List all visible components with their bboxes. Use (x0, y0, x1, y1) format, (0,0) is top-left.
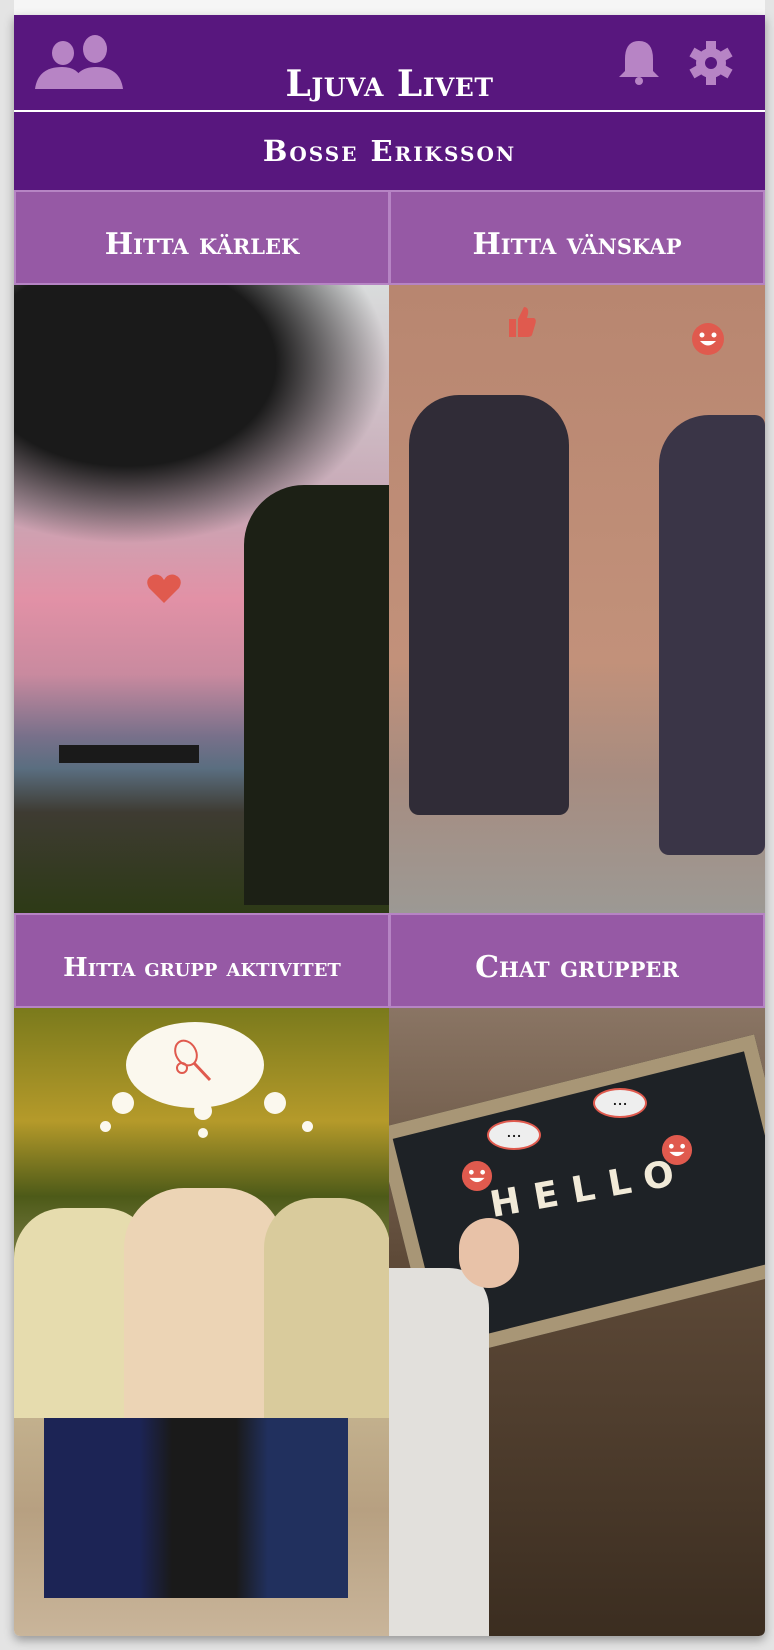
arm-sleeve (389, 1268, 489, 1636)
thought-dot (112, 1092, 134, 1114)
walkers-legs (44, 1418, 364, 1598)
smiley-icon (461, 1160, 493, 1192)
group-activity-photo[interactable] (14, 1008, 390, 1636)
app-header: Ljuva Livet (14, 15, 765, 112)
speech-bubble: ... (487, 1120, 541, 1150)
browser-top-bar (14, 0, 765, 15)
heart-icon (147, 574, 181, 603)
tree-silhouette (244, 485, 390, 905)
chat-groups-photo[interactable]: HELLO ... ... (389, 1008, 765, 1636)
bench (59, 745, 199, 763)
gear-icon[interactable] (688, 39, 734, 87)
elderly-woman (659, 415, 765, 855)
user-name-bar: Bosse Eriksson (14, 112, 765, 190)
find-love-button[interactable]: Hitta kärlek (14, 190, 390, 285)
thought-dot (100, 1121, 111, 1132)
elderly-man (409, 395, 569, 815)
walker-right (264, 1198, 390, 1418)
smiley-icon (692, 323, 724, 355)
thought-dot (264, 1092, 286, 1114)
thought-dot (198, 1128, 208, 1138)
smiley-icon (661, 1134, 693, 1166)
hand (459, 1218, 519, 1288)
bell-icon[interactable] (617, 39, 661, 85)
thought-dot (302, 1121, 313, 1132)
friendship-photo[interactable] (389, 285, 765, 913)
speech-bubble: ... (593, 1088, 647, 1118)
love-photo[interactable] (14, 285, 390, 913)
chat-groups-button[interactable]: Chat grupper (389, 913, 765, 1008)
find-group-activity-button[interactable]: Hitta grupp aktivitet (14, 913, 390, 1008)
app-frame: Ljuva Livet Bosse Eriksson Hitta kärlek … (14, 15, 765, 1636)
walker-middle (124, 1188, 284, 1428)
ping-pong-icon (174, 1039, 212, 1082)
thumbs-up-icon (509, 307, 536, 337)
find-friendship-button[interactable]: Hitta vänskap (389, 190, 765, 285)
thought-dot (194, 1102, 212, 1120)
